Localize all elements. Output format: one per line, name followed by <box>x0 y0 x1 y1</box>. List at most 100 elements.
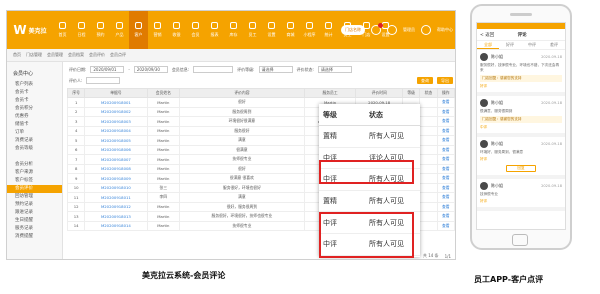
home-button[interactable] <box>512 234 528 246</box>
date-from-input[interactable]: 2020/09/01 <box>90 66 125 73</box>
sidebar-item[interactable] <box>7 153 62 161</box>
nav-item[interactable]: 营销 <box>148 11 167 49</box>
table-cell[interactable]: M20200918003 <box>84 116 148 127</box>
table-cell[interactable]: M20200918011 <box>84 192 148 203</box>
sidebar-item[interactable]: 客户列表 <box>7 81 62 89</box>
nav-item[interactable]: 首页 <box>53 11 72 49</box>
breadcrumb-item[interactable]: 会员档案 <box>68 52 84 58</box>
table-cell[interactable]: M20200918002 <box>84 106 148 117</box>
user-label[interactable]: 管理员 <box>403 27 415 33</box>
view-link[interactable]: 查看 <box>436 125 455 136</box>
sidebar-item[interactable]: 订单 <box>7 129 62 137</box>
breadcrumb-item[interactable]: 会员管理 <box>47 52 63 58</box>
view-link[interactable]: 查看 <box>436 135 455 146</box>
sidebar-item[interactable]: 优惠券 <box>7 113 62 121</box>
table-cell[interactable]: M20200918014 <box>84 220 148 231</box>
sidebar-item[interactable]: 消费提醒 <box>7 233 62 241</box>
table-cell[interactable]: M20200918006 <box>84 144 148 155</box>
view-link[interactable]: 查看 <box>436 163 455 174</box>
nav-item[interactable]: 会员 <box>186 11 205 49</box>
view-link[interactable]: 查看 <box>436 201 455 212</box>
view-link[interactable]: 查看 <box>436 116 455 127</box>
sidebar-item[interactable]: 服务记录 <box>7 225 62 233</box>
view-link[interactable]: 查看 <box>436 97 455 108</box>
store-selector[interactable]: 门店名称 <box>341 25 365 35</box>
nav-item[interactable]: 报表 <box>205 11 224 49</box>
logo-text: 美克拉 <box>28 27 47 35</box>
pager-page[interactable]: 1/1 <box>445 254 451 259</box>
table-cell: 很好，服务很周到 <box>179 201 305 212</box>
back-button[interactable]: < 返回 <box>480 32 494 38</box>
sidebar-item[interactable]: 会员卡 <box>7 89 62 97</box>
view-link[interactable]: 查看 <box>436 154 455 165</box>
view-link[interactable]: 查看 <box>436 192 455 203</box>
sidebar-item[interactable]: 储值卡 <box>7 121 62 129</box>
breadcrumb-item[interactable]: 会员点评 <box>110 52 126 58</box>
phone-mockup: < 返回 评论 全部 好评 中评 差评 陈小姐 2020-09-18 服务很好，技师很专业… <box>470 4 572 250</box>
query-button[interactable]: 查询 <box>417 77 433 84</box>
help-label[interactable]: 帮助中心 <box>437 27 453 33</box>
nav-item[interactable]: 员工 <box>243 11 262 49</box>
sidebar-item[interactable]: 客户来源 <box>7 169 62 177</box>
nav-item[interactable]: 产品 <box>110 11 129 49</box>
sidebar-item[interactable]: 生日提醒 <box>7 217 62 225</box>
tab[interactable]: 中评 <box>521 41 543 49</box>
nav-item[interactable]: 日程 <box>72 11 91 49</box>
employee-input[interactable] <box>86 77 121 84</box>
nav-item[interactable]: 商城 <box>281 11 300 49</box>
member-label: 会员信息: <box>171 66 190 72</box>
view-link[interactable]: 查看 <box>436 182 455 193</box>
status-select[interactable]: 请选择 <box>317 66 352 73</box>
view-link[interactable]: 查看 <box>436 106 455 117</box>
nav-item[interactable]: 设置 <box>262 11 281 49</box>
table-cell[interactable]: M20200918013 <box>84 211 148 222</box>
nav-icon <box>287 22 294 29</box>
nav-item[interactable]: 客户 <box>129 11 148 49</box>
sidebar-item[interactable]: 跟进记录 <box>7 209 62 217</box>
top-nav-bar: W美克拉 首页日程预约产品客户营销收银会员报表库存员工设置商城小程序统计员工门店… <box>7 11 455 49</box>
table-cell: 9 <box>66 173 86 184</box>
table-cell[interactable]: M20200918009 <box>84 173 148 184</box>
table-cell[interactable]: M20200918004 <box>84 125 148 136</box>
tab[interactable]: 好评 <box>499 41 521 49</box>
sidebar-item[interactable]: 消费记录 <box>7 137 62 145</box>
sidebar-item[interactable]: 会员评价 <box>7 185 62 193</box>
export-button[interactable]: 导出 <box>437 77 453 84</box>
view-link[interactable]: 查看 <box>436 220 455 231</box>
help-icon[interactable] <box>421 25 431 35</box>
table-cell[interactable]: M20200918001 <box>84 97 148 108</box>
view-link[interactable]: 查看 <box>436 211 455 222</box>
breadcrumb-item[interactable]: 会员评价 <box>89 52 105 58</box>
level-select[interactable]: 请选择 <box>258 66 293 73</box>
nav-item[interactable]: 库存 <box>224 11 243 49</box>
nav-item[interactable]: 预约 <box>91 11 110 49</box>
table-cell[interactable]: M20200918005 <box>84 135 148 146</box>
nav-item[interactable]: 小程序 <box>300 11 319 49</box>
sidebar-item[interactable]: 会员积分 <box>7 105 62 113</box>
nav-label: 日程 <box>77 32 86 37</box>
user-icon[interactable] <box>387 25 397 35</box>
tab[interactable]: 全部 <box>477 41 499 49</box>
view-link[interactable]: 查看 <box>436 173 455 184</box>
date-to-input[interactable]: 2020/09/30 <box>133 66 168 73</box>
breadcrumb-item[interactable]: 首页 <box>13 52 21 58</box>
nav-item[interactable]: 统计 <box>319 11 338 49</box>
member-input[interactable] <box>193 66 234 73</box>
sidebar-item[interactable]: 客户标签 <box>7 177 62 185</box>
table-cell[interactable]: M20200918012 <box>84 201 148 212</box>
sidebar-item[interactable]: 会员等级 <box>7 145 62 153</box>
view-link[interactable]: 查看 <box>436 144 455 155</box>
sidebar-item[interactable]: 预约记录 <box>7 201 62 209</box>
breadcrumb-item[interactable]: 门店管理 <box>26 52 42 58</box>
message-icon[interactable] <box>371 23 383 35</box>
table-cell: 13 <box>66 211 86 222</box>
sidebar-item[interactable]: 回访管理 <box>7 193 62 201</box>
tab[interactable]: 差评 <box>543 41 565 49</box>
sidebar-item[interactable]: 会员卡 <box>7 97 62 105</box>
table-cell[interactable]: M20200918007 <box>84 154 148 165</box>
table-cell[interactable]: M20200918008 <box>84 163 148 174</box>
sidebar-item[interactable]: 会员分析 <box>7 161 62 169</box>
reply-button[interactable]: 回复 <box>506 165 536 172</box>
table-cell[interactable]: M20200918010 <box>84 182 148 193</box>
nav-item[interactable]: 收银 <box>167 11 186 49</box>
